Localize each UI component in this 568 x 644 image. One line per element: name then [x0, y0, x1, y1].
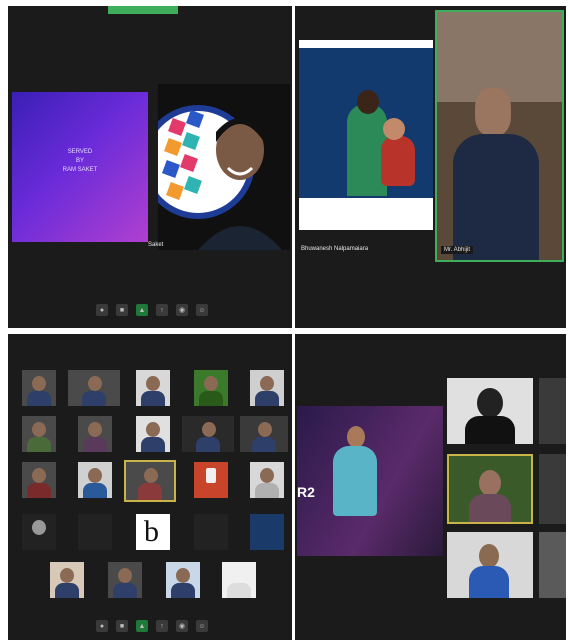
slide-person-head — [347, 426, 365, 448]
participant-tile-active[interactable] — [447, 454, 533, 524]
participants-icon[interactable]: ▲ — [136, 304, 148, 316]
gallery-thumb[interactable] — [22, 416, 56, 452]
shared-slide-tile[interactable]: R2 — [297, 406, 443, 556]
gallery-thumb[interactable] — [194, 462, 228, 498]
gallery-thumb[interactable] — [136, 370, 170, 406]
share-icon[interactable]: ↑ — [156, 620, 168, 632]
participant-tile[interactable] — [447, 378, 533, 444]
reactions-icon[interactable]: ☺ — [196, 620, 208, 632]
gallery-thumb-active[interactable] — [124, 460, 176, 502]
panel-top-right: Bhuwanesh Nalpamaiara Mr. Abhijit — [295, 6, 566, 328]
child-head — [383, 118, 405, 140]
participant-tile[interactable] — [539, 454, 566, 524]
slide-person-body — [333, 446, 377, 516]
record-icon[interactable]: ◉ — [176, 620, 188, 632]
participant-tile[interactable] — [539, 532, 566, 598]
gallery-thumb[interactable] — [250, 370, 284, 406]
gallery-thumb[interactable] — [22, 514, 56, 550]
gallery-thumb[interactable] — [68, 370, 120, 406]
participants-icon[interactable]: ▲ — [136, 620, 148, 632]
video-icon[interactable]: ■ — [116, 304, 128, 316]
gallery-thumb[interactable] — [136, 416, 170, 452]
gallery-thumb[interactable] — [78, 462, 112, 498]
participant-tile-right[interactable] — [435, 10, 564, 262]
presenter-caption: Saket — [148, 242, 164, 248]
speaker-head — [475, 88, 511, 136]
meeting-toolbar: ● ■ ▲ ↑ ◉ ☺ — [96, 620, 208, 632]
mother-head — [357, 90, 379, 114]
gallery-thumb[interactable] — [166, 562, 200, 598]
gallery-thumb[interactable] — [250, 514, 284, 550]
b-logo-icon: b — [144, 515, 159, 548]
gallery-thumb[interactable] — [250, 462, 284, 498]
video-icon[interactable]: ■ — [116, 620, 128, 632]
gallery-thumb[interactable] — [50, 562, 84, 598]
participant-tile[interactable] — [539, 378, 566, 444]
participant-tile[interactable] — [447, 532, 533, 598]
top-green-tab — [108, 6, 178, 14]
panel-top-left: SERVED BY RAM SAKET Saket ● ■ ▲ ↑ ◉ ☺ — [8, 6, 292, 328]
mic-icon[interactable]: ● — [96, 620, 108, 632]
right-participant-caption: Mr. Abhijit — [441, 246, 474, 254]
gallery-thumb[interactable] — [22, 462, 56, 498]
child-figure — [381, 136, 415, 186]
mic-icon[interactable]: ● — [96, 304, 108, 316]
participant-tile-left[interactable] — [299, 40, 433, 230]
shared-slide-tile[interactable]: SERVED BY RAM SAKET — [12, 92, 148, 242]
gallery-thumb[interactable] — [194, 514, 228, 550]
share-icon[interactable]: ↑ — [156, 304, 168, 316]
gallery-thumb[interactable] — [222, 562, 256, 598]
gallery-thumb[interactable] — [78, 416, 112, 452]
gallery-thumb[interactable] — [22, 370, 56, 406]
presenter-video-tile[interactable] — [158, 84, 290, 250]
gallery-thumb[interactable] — [78, 514, 112, 550]
speaker-body — [453, 134, 539, 260]
slide-text: SERVED BY RAM SAKET — [62, 149, 98, 173]
meeting-toolbar: ● ■ ▲ ↑ ◉ ☺ — [96, 304, 208, 316]
panel-bottom-left: b ● ■ ▲ ↑ ◉ ☺ — [8, 334, 292, 640]
gallery-thumb[interactable] — [182, 416, 234, 452]
logo-wheel-icon — [158, 105, 282, 250]
reactions-icon[interactable]: ☺ — [196, 304, 208, 316]
gallery-thumb[interactable]: b — [136, 514, 170, 550]
panel-bottom-right: R2 — [295, 334, 566, 640]
slide-label: R2 — [297, 484, 315, 500]
gallery-thumb[interactable] — [240, 416, 288, 452]
gallery-thumb[interactable] — [108, 562, 142, 598]
left-participant-caption: Bhuwanesh Nalpamaiara — [301, 246, 369, 252]
record-icon[interactable]: ◉ — [176, 304, 188, 316]
gallery-thumb[interactable] — [194, 370, 228, 406]
